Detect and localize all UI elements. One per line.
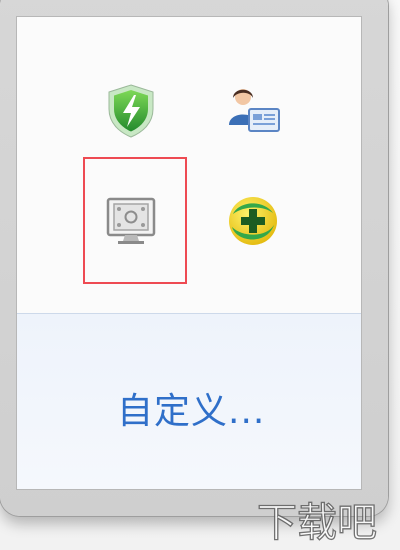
notification-area-popup: 自定义... xyxy=(0,0,388,516)
hidden-icons-panel: 自定义... xyxy=(16,16,362,490)
svg-text:下载吧: 下载吧 xyxy=(257,500,377,546)
360-plus-icon xyxy=(229,197,277,245)
360-safe-guard-icon xyxy=(108,84,154,138)
tray-item-user-card[interactable] xyxy=(221,79,285,143)
tray-item-safe-guard[interactable] xyxy=(99,79,163,143)
watermark-logo: 下载吧 xyxy=(242,496,392,548)
user-card-icon xyxy=(229,89,280,132)
selection-highlight-box xyxy=(83,157,187,284)
customize-section: 自定义... xyxy=(17,314,361,489)
screenshot-root: 自定义... 下载吧 xyxy=(0,0,400,550)
tray-icon-grid xyxy=(17,17,361,313)
customize-link[interactable]: 自定义... xyxy=(117,382,265,434)
tray-item-360-plus[interactable] xyxy=(221,189,285,253)
